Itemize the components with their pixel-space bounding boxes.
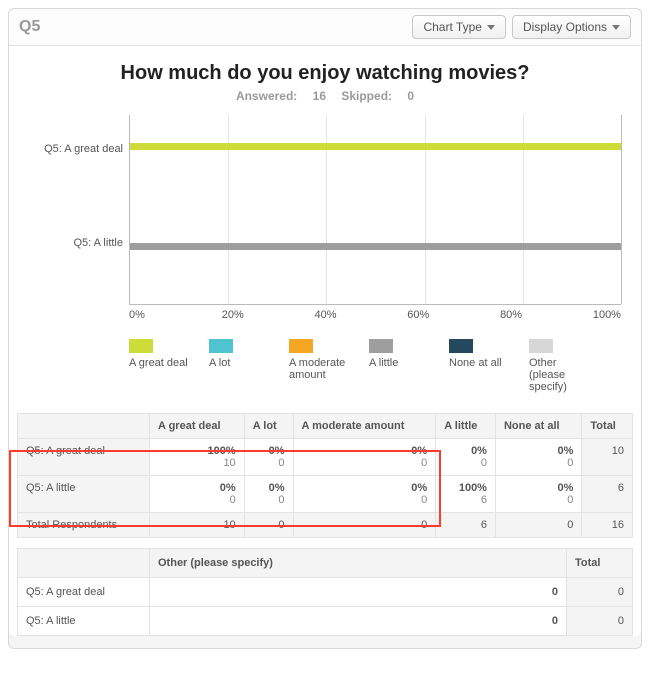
gridline <box>621 115 622 304</box>
col-header-total: Total <box>567 549 633 578</box>
row-total: 0 <box>567 607 633 636</box>
legend-label: A great deal <box>129 357 191 369</box>
x-tick: 60% <box>407 309 500 321</box>
x-tick: 0% <box>129 309 222 321</box>
answered-count: 16 <box>313 89 326 103</box>
chart: Q5: A great deal Q5: A little <box>9 115 641 305</box>
chart-plot <box>129 115 621 305</box>
legend-swatch <box>449 339 473 353</box>
legend-item-a-little: A little <box>369 339 431 393</box>
other-count: 0 <box>150 578 567 607</box>
cell: 0%0 <box>244 439 293 476</box>
question-id: Q5 <box>19 18 406 36</box>
legend-item-great-deal: A great deal <box>129 339 191 393</box>
other-count: 0 <box>150 607 567 636</box>
row-label: Q5: A little <box>18 476 150 513</box>
x-tick: 40% <box>315 309 408 321</box>
row-label: Q5: A great deal <box>18 578 150 607</box>
cell: 0%0 <box>436 439 496 476</box>
totals-row: Total Respondents 10 0 0 6 0 16 <box>18 513 633 538</box>
col-header: A little <box>436 414 496 439</box>
table-row: Q5: A little 0%0 0%0 0%0 100%6 0%0 6 <box>18 476 633 513</box>
bar-great-deal <box>130 143 621 150</box>
row-total: 10 <box>582 439 633 476</box>
legend-label: None at all <box>449 357 511 369</box>
panel-header: Q5 Chart Type Display Options <box>9 9 641 46</box>
legend-item-other: Other (please specify) <box>529 339 591 393</box>
bar-a-little <box>130 243 621 250</box>
legend-item-none: None at all <box>449 339 511 393</box>
chart-type-label: Chart Type <box>423 20 481 34</box>
crosstab-table: A great deal A lot A moderate amount A l… <box>17 413 633 538</box>
cell: 0%0 <box>495 439 581 476</box>
cell: 0%0 <box>293 476 436 513</box>
legend-swatch <box>129 339 153 353</box>
totals-label: Total Respondents <box>18 513 150 538</box>
chevron-down-icon <box>487 25 495 30</box>
y-axis-label: Q5: A little <box>29 237 123 249</box>
cell: 0%0 <box>244 476 293 513</box>
y-axis: Q5: A great deal Q5: A little <box>29 115 129 305</box>
legend-item-a-lot: A lot <box>209 339 271 393</box>
legend-item-moderate: A moderate amount <box>289 339 351 393</box>
legend-swatch <box>209 339 233 353</box>
x-axis: 0% 20% 40% 60% 80% 100% <box>9 309 641 321</box>
cell: 0%0 <box>293 439 436 476</box>
legend-swatch <box>529 339 553 353</box>
total-cell: 6 <box>436 513 496 538</box>
x-tick: 20% <box>222 309 315 321</box>
total-cell: 0 <box>244 513 293 538</box>
total-cell: 10 <box>150 513 245 538</box>
cell: 100%10 <box>150 439 245 476</box>
response-stats: Answered: 16 Skipped: 0 <box>9 89 641 115</box>
skipped-count: 0 <box>407 89 414 103</box>
chart-legend: A great deal A lot A moderate amount A l… <box>9 321 641 413</box>
row-total: 0 <box>567 578 633 607</box>
row-label: Q5: A great deal <box>18 439 150 476</box>
cell: 0%0 <box>495 476 581 513</box>
col-header: A moderate amount <box>293 414 436 439</box>
table-header-row: A great deal A lot A moderate amount A l… <box>18 414 633 439</box>
answered-label: Answered: <box>236 89 297 103</box>
question-panel: Q5 Chart Type Display Options How much d… <box>8 8 642 649</box>
col-header: A lot <box>244 414 293 439</box>
table-corner <box>18 414 150 439</box>
col-header-total: Total <box>582 414 633 439</box>
x-tick: 80% <box>500 309 593 321</box>
skipped-label: Skipped: <box>341 89 392 103</box>
legend-label: Other (please specify) <box>529 357 591 393</box>
row-label: Q5: A little <box>18 607 150 636</box>
legend-label: A little <box>369 357 431 369</box>
y-axis-label: Q5: A great deal <box>29 143 123 155</box>
col-header: None at all <box>495 414 581 439</box>
x-tick: 100% <box>593 309 621 321</box>
col-header: A great deal <box>150 414 245 439</box>
display-options-label: Display Options <box>523 20 607 34</box>
grand-total: 16 <box>582 513 633 538</box>
table-row: Q5: A great deal 100%10 0%0 0%0 0%0 0%0 … <box>18 439 633 476</box>
question-title: How much do you enjoy watching movies? <box>9 46 641 89</box>
chevron-down-icon <box>612 25 620 30</box>
legend-swatch <box>369 339 393 353</box>
cell: 100%6 <box>436 476 496 513</box>
panel-body: How much do you enjoy watching movies? A… <box>9 46 641 636</box>
row-total: 6 <box>582 476 633 513</box>
total-cell: 0 <box>293 513 436 538</box>
other-specify-table: Other (please specify) Total Q5: A great… <box>17 548 633 636</box>
total-cell: 0 <box>495 513 581 538</box>
legend-label: A lot <box>209 357 271 369</box>
table-corner <box>18 549 150 578</box>
cell: 0%0 <box>150 476 245 513</box>
table-header-row: Other (please specify) Total <box>18 549 633 578</box>
legend-label: A moderate amount <box>289 357 351 381</box>
legend-swatch <box>289 339 313 353</box>
table-row: Q5: A great deal 0 0 <box>18 578 633 607</box>
chart-type-button[interactable]: Chart Type <box>412 15 505 39</box>
col-header-other: Other (please specify) <box>150 549 567 578</box>
display-options-button[interactable]: Display Options <box>512 15 631 39</box>
table-row: Q5: A little 0 0 <box>18 607 633 636</box>
crosstab-wrapper: A great deal A lot A moderate amount A l… <box>9 413 641 538</box>
